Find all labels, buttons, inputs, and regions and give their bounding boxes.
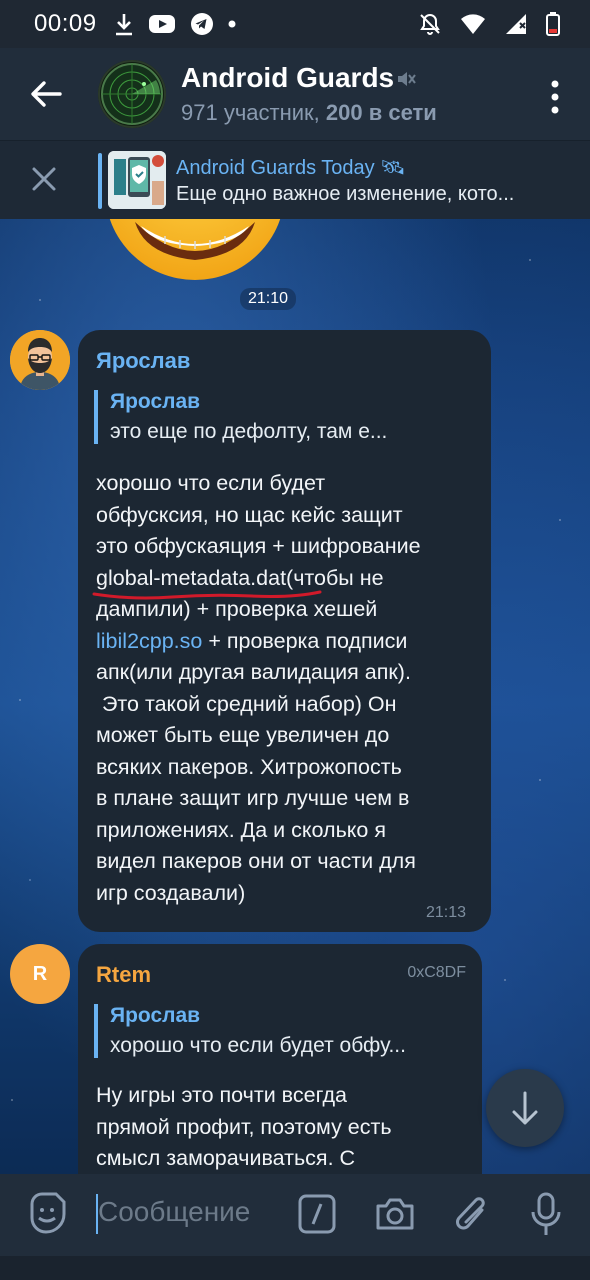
message-input-bar: Сообщение <box>0 1174 590 1256</box>
microphone-icon[interactable] <box>530 1192 562 1238</box>
sender-name[interactable]: Ярослав <box>96 348 190 374</box>
link-libil2cpp[interactable]: libil2cpp.so <box>96 629 202 653</box>
message-input[interactable]: Сообщение <box>98 1196 250 1228</box>
chat-subtitle: 971 участник, 200 в сети <box>181 100 437 125</box>
satellite-emoji-icon: 🛰 <box>380 157 406 179</box>
status-bar: 00:09 <box>0 0 590 48</box>
message-text: хорошо что если будет обфусксия, но щас … <box>92 468 486 909</box>
message-bubble-yaroslav[interactable]: Ярослав Ярослав это еще по дефолту, там … <box>78 330 491 932</box>
avatar-letter: R <box>32 963 48 985</box>
avatar-rtem[interactable]: R <box>10 944 70 1004</box>
bot-commands-icon[interactable] <box>298 1194 336 1234</box>
pinned-accent-bar <box>98 153 102 209</box>
sticker-timestamp: 21:10 <box>240 288 297 310</box>
reply-quote[interactable]: Ярослав хорошо что если будет обфу... <box>94 1004 406 1058</box>
status-time: 00:09 <box>34 10 97 37</box>
telegram-icon <box>191 13 213 35</box>
chat-title[interactable]: Android Guards <box>181 62 394 94</box>
pinned-thumbnail <box>108 151 166 209</box>
system-nav-bar <box>0 1256 590 1280</box>
download-icon <box>116 14 132 36</box>
reply-quote[interactable]: Ярослав это еще по дефолту, там е... <box>94 390 387 444</box>
message-bubble-rtem[interactable]: Rtem 0xC8DF Ярослав хорошо что если буде… <box>78 944 482 1204</box>
chat-avatar[interactable] <box>98 60 166 128</box>
message-text: Ну игры это почти всегда прямой профит, … <box>96 1083 392 1170</box>
scroll-to-bottom-button[interactable] <box>486 1069 564 1147</box>
admin-tag: 0xC8DF <box>407 964 466 981</box>
chat-header: Android Guards 971 участник, 200 в сети <box>0 48 590 140</box>
reply-text: это еще по дефолту, там е... <box>110 420 388 443</box>
sender-name[interactable]: Rtem <box>96 962 151 988</box>
camera-icon[interactable] <box>374 1196 416 1232</box>
close-icon[interactable] <box>28 163 60 195</box>
radar-icon <box>101 63 163 125</box>
youtube-icon <box>149 15 175 33</box>
attach-paperclip-icon[interactable] <box>454 1192 490 1238</box>
message-timestamp: 21:13 <box>426 904 467 921</box>
sticker-emoji-icon[interactable] <box>26 1192 66 1236</box>
mute-notifications-icon <box>420 13 440 35</box>
underlined-filename: global-metadata.dat <box>92 566 322 599</box>
shield-phone-icon <box>108 151 166 209</box>
bearded-man-avatar-icon <box>10 330 70 390</box>
wifi-icon <box>461 14 485 34</box>
back-arrow-icon[interactable] <box>26 74 66 114</box>
pinned-title: Android Guards Today 🛰 <box>176 157 406 179</box>
pinned-message-bar[interactable]: Android Guards Today 🛰 Еще одно важное и… <box>0 140 590 219</box>
pinned-text: Еще одно важное изменение, кото... <box>176 183 515 205</box>
reply-text: хорошо что если будет обфу... <box>110 1034 406 1057</box>
avatar-yaroslav[interactable] <box>10 330 70 390</box>
battery-icon <box>546 12 560 36</box>
dot-icon <box>228 20 236 28</box>
more-vert-icon[interactable] <box>550 80 560 114</box>
red-underline-scribble <box>92 590 322 599</box>
muted-speaker-icon <box>398 72 416 86</box>
arrow-down-icon <box>512 1091 538 1125</box>
signal-icon <box>506 14 526 34</box>
reply-sender: Ярослав <box>110 390 201 413</box>
reply-sender: Ярослав <box>110 1004 201 1027</box>
